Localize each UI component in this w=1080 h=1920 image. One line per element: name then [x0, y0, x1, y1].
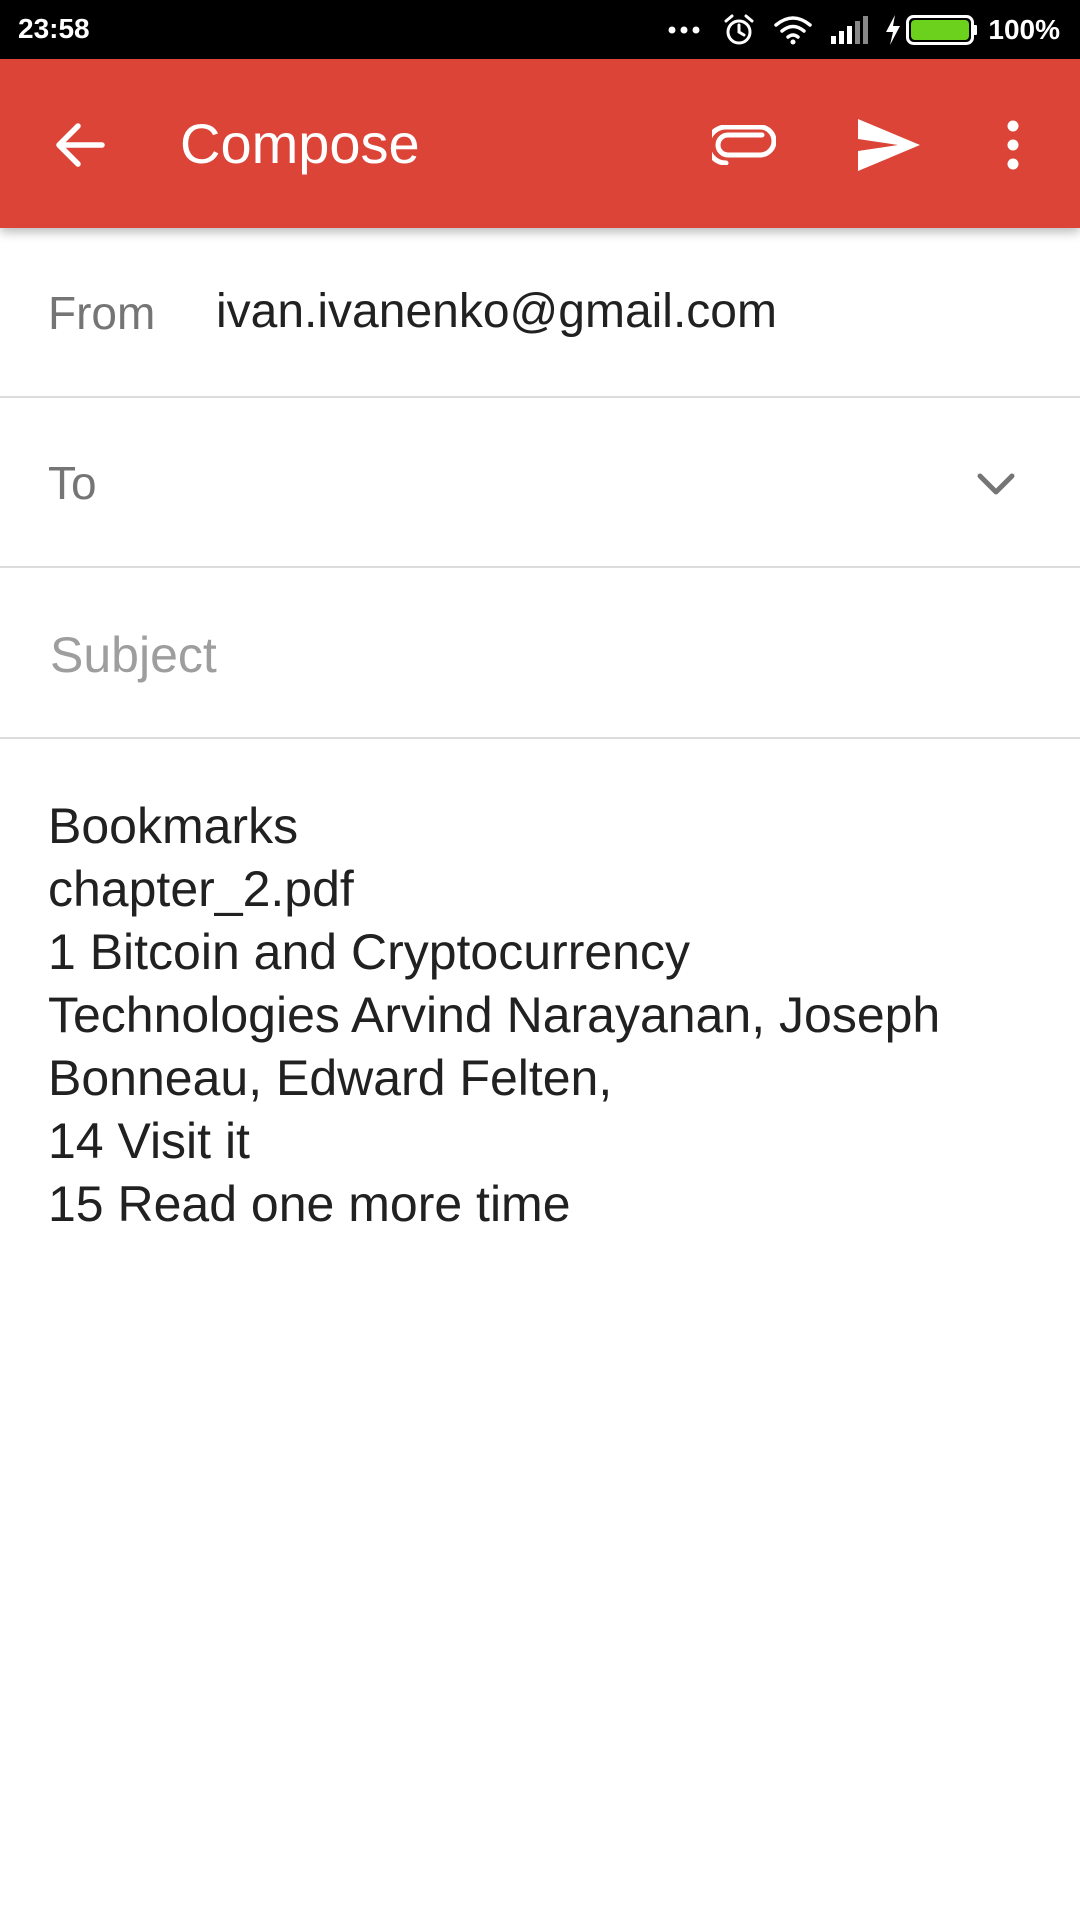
signal-icon	[830, 15, 870, 44]
expand-recipients-button[interactable]	[968, 456, 1024, 512]
battery-level	[911, 19, 970, 40]
alarm-icon	[722, 13, 756, 47]
battery-icon	[906, 14, 978, 45]
status-bar: 23:58 100%	[0, 0, 1080, 59]
compose-body[interactable]: Bookmarks chapter_2.pdf 1 Bitcoin and Cr…	[48, 795, 1038, 1875]
charging-bolt-icon	[884, 14, 902, 45]
from-value[interactable]: ivan.ivanenko@gmail.com	[216, 284, 777, 339]
body-line: Bookmarks	[48, 798, 299, 854]
send-button[interactable]	[850, 105, 928, 185]
compose-screen: 23:58 100% Compose From ivan.ivanenko@gm…	[0, 0, 1080, 1920]
subject-row	[0, 568, 1080, 739]
more-vert-icon	[1007, 120, 1019, 170]
chevron-down-icon	[977, 473, 1015, 495]
body-line: 1 Bitcoin and Cryptocurrency	[48, 924, 690, 980]
wifi-icon	[774, 15, 813, 45]
status-icons: 100%	[668, 0, 1060, 59]
more-dots-icon	[668, 25, 700, 35]
back-arrow-icon	[56, 123, 105, 167]
body-line: 15 Read one more time	[48, 1176, 571, 1232]
attach-button[interactable]	[706, 109, 782, 181]
to-input[interactable]	[140, 446, 924, 518]
from-label: From	[48, 287, 156, 339]
more-options-button[interactable]	[990, 105, 1036, 185]
body-line: 14 Visit it	[48, 1113, 250, 1169]
attachment-icon	[712, 125, 776, 165]
status-time: 23:58	[18, 13, 90, 44]
subject-input[interactable]	[48, 618, 1032, 692]
to-label: To	[48, 457, 97, 509]
back-button[interactable]	[44, 109, 116, 181]
battery-percent: 100%	[988, 13, 1060, 45]
to-row: To	[0, 398, 1080, 568]
body-line: Bonneau, Edward Felten,	[48, 1050, 613, 1106]
from-row[interactable]: From ivan.ivanenko@gmail.com	[0, 228, 1080, 398]
body-line: Technologies Arvind Narayanan, Joseph	[48, 987, 941, 1043]
page-title: Compose	[180, 112, 420, 175]
body-line: chapter_2.pdf	[48, 861, 354, 917]
send-icon	[858, 119, 920, 171]
app-bar: Compose	[0, 59, 1080, 228]
